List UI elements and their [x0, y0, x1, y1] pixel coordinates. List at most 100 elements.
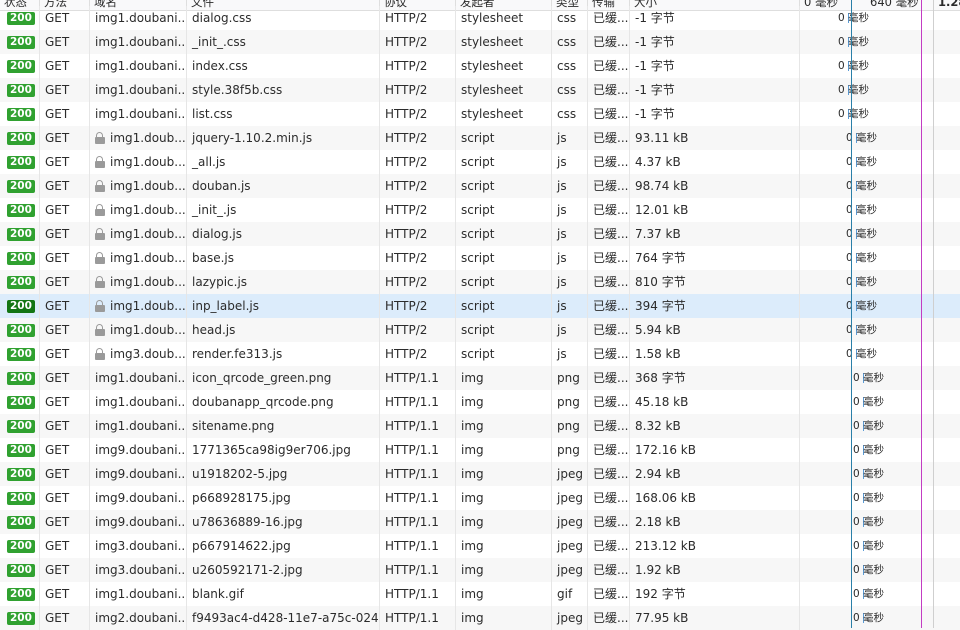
request-row[interactable]: 200 GET img1.doub... dialog.js HTTP/2 script j… — [0, 222, 960, 246]
domain-cell: img1.doub... — [90, 318, 187, 342]
transfer-cell: 已缓... — [588, 246, 630, 270]
request-row[interactable]: 200 GET img9.doubani... u1918202-5.jpg HTTP/… — [0, 462, 960, 486]
request-row[interactable]: 200 GET img3.doub... render.fe313.js HTTP/2 s… — [0, 342, 960, 366]
initiator-cell: img — [456, 414, 552, 438]
timing-label: 0 毫秒 — [853, 588, 885, 600]
initiator-cell: script — [456, 270, 552, 294]
domain-text: img1.doubani... — [95, 395, 187, 409]
size-cell: 93.11 kB — [630, 126, 800, 150]
request-row[interactable]: 200 GET img1.doubani... list.css HTTP/2 style… — [0, 102, 960, 126]
initiator-cell: script — [456, 246, 552, 270]
domain-text: img1.doubani... — [95, 11, 187, 25]
status-cell: 200 — [0, 78, 40, 102]
file-cell: u78636889-16.jpg — [187, 510, 380, 534]
request-row[interactable]: 200 GET img3.doubani... u260592171-2.jpg HTT… — [0, 558, 960, 582]
transfer-cell: 已缓... — [588, 558, 630, 582]
status-cell: 200 — [0, 198, 40, 222]
request-row[interactable]: 200 GET img9.doubani... p668928175.jpg HTTP/… — [0, 486, 960, 510]
size-cell: 7.37 kB — [630, 222, 800, 246]
method-cell: GET — [40, 606, 90, 630]
domain-cell: img1.doub... — [90, 174, 187, 198]
transfer-cell: 已缓... — [588, 486, 630, 510]
domain-text: img1.doub... — [110, 203, 186, 217]
request-row[interactable]: 200 GET img1.doub... base.js HTTP/2 script js 已… — [0, 246, 960, 270]
method-cell: GET — [40, 414, 90, 438]
request-row[interactable]: 200 GET img1.doub... jquery-1.10.2.min.js HT… — [0, 126, 960, 150]
domain-cell: img3.doubani... — [90, 534, 187, 558]
domain-cell: img1.doub... — [90, 198, 187, 222]
status-cell: 200 — [0, 294, 40, 318]
domain-text: img9.doubani... — [95, 491, 187, 505]
method-cell: GET — [40, 30, 90, 54]
type-cell: css — [552, 54, 588, 78]
request-row[interactable]: 200 GET img1.doubani... _init_.css HTTP/2 sty… — [0, 30, 960, 54]
transfer-cell: 已缓... — [588, 414, 630, 438]
status-cell: 200 — [0, 390, 40, 414]
method-cell: GET — [40, 534, 90, 558]
type-cell: js — [552, 222, 588, 246]
protocol-cell: HTTP/1.1 — [380, 606, 456, 630]
method-cell: GET — [40, 54, 90, 78]
request-row[interactable]: 200 GET img9.doubani... 1771365ca98ig9er706… — [0, 438, 960, 462]
size-cell: 2.94 kB — [630, 462, 800, 486]
domain-cell: img9.doubani... — [90, 486, 187, 510]
request-row[interactable]: 200 GET img1.doubani... doubanapp_qrcode.pn… — [0, 390, 960, 414]
status-cell: 200 — [0, 222, 40, 246]
size-cell: 5.94 kB — [630, 318, 800, 342]
domain-cell: img1.doub... — [90, 294, 187, 318]
status-cell: 200 — [0, 246, 40, 270]
initiator-cell: script — [456, 150, 552, 174]
transfer-cell: 已缓... — [588, 6, 630, 30]
request-row[interactable]: 200 GET img1.doubani... index.css HTTP/2 styl… — [0, 54, 960, 78]
domain-cell: img1.doubani... — [90, 414, 187, 438]
status-badge: 200 — [7, 132, 35, 145]
file-cell: sitename.png — [187, 414, 380, 438]
domain-text: img1.doubani... — [95, 107, 187, 121]
type-cell: jpeg — [552, 558, 588, 582]
file-cell: head.js — [187, 318, 380, 342]
status-badge: 200 — [7, 324, 35, 337]
status-badge: 200 — [7, 36, 35, 49]
domain-cell: img9.doubani... — [90, 438, 187, 462]
request-row[interactable]: 200 GET img1.doubani... icon_qrcode_green.p… — [0, 366, 960, 390]
initiator-cell: img — [456, 366, 552, 390]
transfer-cell: 已缓... — [588, 510, 630, 534]
protocol-cell: HTTP/2 — [380, 246, 456, 270]
request-row[interactable]: 200 GET img1.doub... _init_.js HTTP/2 script j… — [0, 198, 960, 222]
request-row[interactable]: 200 GET img1.doub... head.js HTTP/2 script js 已… — [0, 318, 960, 342]
size-cell: 168.06 kB — [630, 486, 800, 510]
size-cell: 77.95 kB — [630, 606, 800, 630]
request-row[interactable]: 200 GET img9.doubani... u78636889-16.jpg HTT… — [0, 510, 960, 534]
request-row[interactable]: 200 GET img1.doub... _all.js HTTP/2 script js 已… — [0, 150, 960, 174]
lock-icon — [95, 348, 105, 360]
file-cell: p667914622.jpg — [187, 534, 380, 558]
type-cell: jpeg — [552, 534, 588, 558]
protocol-cell: HTTP/1.1 — [380, 438, 456, 462]
request-row[interactable]: 200 GET img1.doubani... dialog.css HTTP/2 sty… — [0, 6, 960, 30]
request-row[interactable]: 200 GET img1.doub... lazypic.js HTTP/2 script… — [0, 270, 960, 294]
domain-text: img2.doubani... — [95, 611, 187, 625]
type-cell: jpeg — [552, 510, 588, 534]
domain-cell: img1.doubani... — [90, 78, 187, 102]
status-cell: 200 — [0, 582, 40, 606]
domain-cell: img1.doub... — [90, 126, 187, 150]
file-cell: blank.gif — [187, 582, 380, 606]
size-cell: 1.58 kB — [630, 342, 800, 366]
status-badge: 200 — [7, 396, 35, 409]
status-badge: 200 — [7, 372, 35, 385]
request-row[interactable]: 200 GET img1.doubani... style.38f5b.css HTTP… — [0, 78, 960, 102]
size-cell: 98.74 kB — [630, 174, 800, 198]
initiator-cell: script — [456, 342, 552, 366]
request-row[interactable]: 200 GET img3.doubani... p667914622.jpg HTTP/… — [0, 534, 960, 558]
transfer-cell: 已缓... — [588, 198, 630, 222]
request-row[interactable]: 200 GET img1.doub... inp_label.js HTTP/2 scri… — [0, 294, 960, 318]
request-row[interactable]: 200 GET img1.doubani... sitename.png HTTP/1.… — [0, 414, 960, 438]
request-row[interactable]: 200 GET img1.doub... douban.js HTTP/2 script j… — [0, 174, 960, 198]
file-cell: list.css — [187, 102, 380, 126]
protocol-cell: HTTP/2 — [380, 294, 456, 318]
request-row[interactable]: 200 GET img2.doubani... f9493ac4-d428-11e7-… — [0, 606, 960, 630]
lock-icon — [95, 204, 105, 216]
status-cell: 200 — [0, 366, 40, 390]
request-row[interactable]: 200 GET img1.doubani... blank.gif HTTP/1.1 im… — [0, 582, 960, 606]
timing-label: 0 毫秒 — [853, 492, 885, 504]
